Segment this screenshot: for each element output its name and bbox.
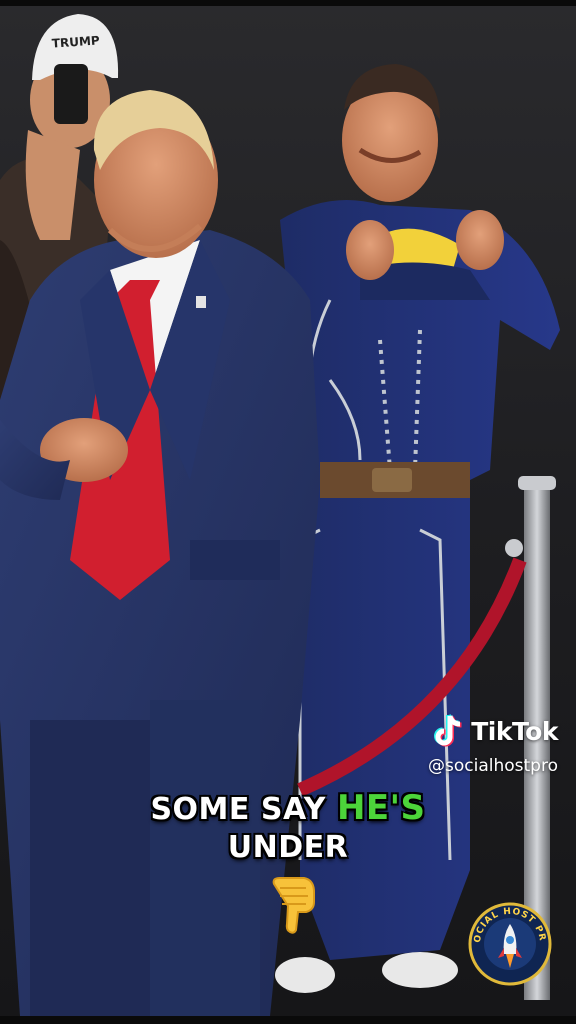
caption-highlight-word: HE'S (336, 788, 426, 828)
social-host-pro-badge: SOCIAL HOST PRO (468, 902, 552, 986)
caption-line-1: SOME SAY HE'S (0, 788, 576, 828)
video-frame: TRUMP TikTok @socialhostpro SOME SAY HE'… (0, 0, 576, 1024)
caption-line-2: UNDER (227, 830, 349, 865)
tiktok-logo-icon (434, 714, 462, 747)
creator-handle: @socialhostpro (428, 756, 558, 776)
video-scene: TRUMP (0, 0, 576, 1024)
pointing-down-hand-icon (272, 877, 315, 934)
tiktok-watermark: TikTok @socialhostpro (428, 712, 558, 776)
tiktok-brand-name: TikTok (471, 716, 558, 746)
caption-line-1-text: SOME SAY (150, 792, 327, 827)
